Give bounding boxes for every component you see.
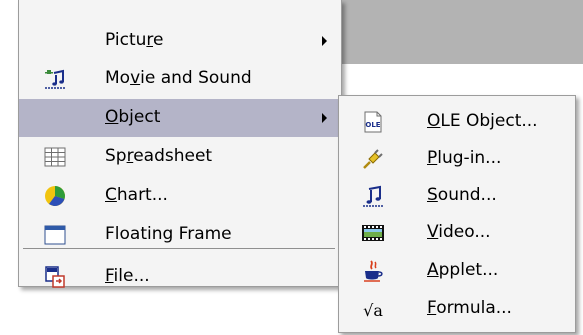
menu-item-label: Picture	[105, 30, 164, 50]
menu-item-label: Floating Frame	[105, 224, 232, 244]
menu-item-label: Chart...	[105, 185, 168, 205]
insert-menu: Picture Movie and Sound Object Spreadshe…	[18, 0, 342, 288]
menu-item-label: File...	[105, 266, 150, 286]
menu-item-label: Movie and Sound	[105, 68, 252, 88]
menu-item-picture[interactable]: Picture	[19, 22, 339, 60]
chart-icon	[45, 186, 65, 206]
submenu-item-sound[interactable]: Sound...	[339, 177, 573, 214]
submenu-item-label: Sound...	[427, 185, 497, 205]
applet-icon	[364, 260, 383, 282]
plug-in-icon	[363, 149, 383, 169]
ole-object-icon: OLE	[364, 111, 382, 133]
submenu-item-label: Formula...	[427, 298, 512, 318]
menu-item-label: Spreadsheet	[105, 146, 213, 166]
submenu-arrow-icon	[322, 36, 327, 46]
movie-sound-icon	[45, 69, 65, 89]
floating-frame-icon	[44, 225, 66, 245]
submenu-item-video[interactable]: Video...	[339, 214, 573, 251]
submenu-item-label: Applet...	[427, 260, 499, 280]
menu-item-file[interactable]: File...	[19, 258, 339, 296]
video-icon	[362, 225, 384, 241]
spreadsheet-icon	[44, 147, 66, 167]
menu-item-label: Object	[105, 107, 161, 127]
menu-item-movie-and-sound[interactable]: Movie and Sound	[19, 60, 339, 98]
submenu-arrow-icon	[322, 113, 327, 123]
submenu-item-label: Video...	[427, 222, 491, 242]
svg-text:OLE: OLE	[365, 121, 380, 129]
svg-text:√a: √a	[363, 301, 383, 320]
submenu-item-applet[interactable]: Applet...	[339, 252, 573, 289]
file-icon	[45, 266, 65, 288]
menu-item-chart[interactable]: Chart...	[19, 177, 339, 215]
menu-item-spreadsheet[interactable]: Spreadsheet	[19, 138, 339, 176]
gray-toolbar-strip	[335, 0, 583, 64]
submenu-item-formula[interactable]: √a Formula...	[339, 290, 573, 327]
object-submenu: OLE OLE Object... Plug-in... Sound... Vi…	[338, 95, 576, 333]
submenu-item-label: OLE Object...	[427, 111, 538, 131]
sound-icon	[363, 185, 383, 207]
menu-separator	[23, 248, 335, 249]
submenu-item-label: Plug-in...	[427, 148, 502, 168]
menu-item-object[interactable]: Object	[19, 99, 339, 137]
submenu-item-plug-in[interactable]: Plug-in...	[339, 140, 573, 177]
formula-icon: √a	[363, 301, 383, 320]
submenu-item-ole-object[interactable]: OLE OLE Object...	[339, 103, 573, 140]
